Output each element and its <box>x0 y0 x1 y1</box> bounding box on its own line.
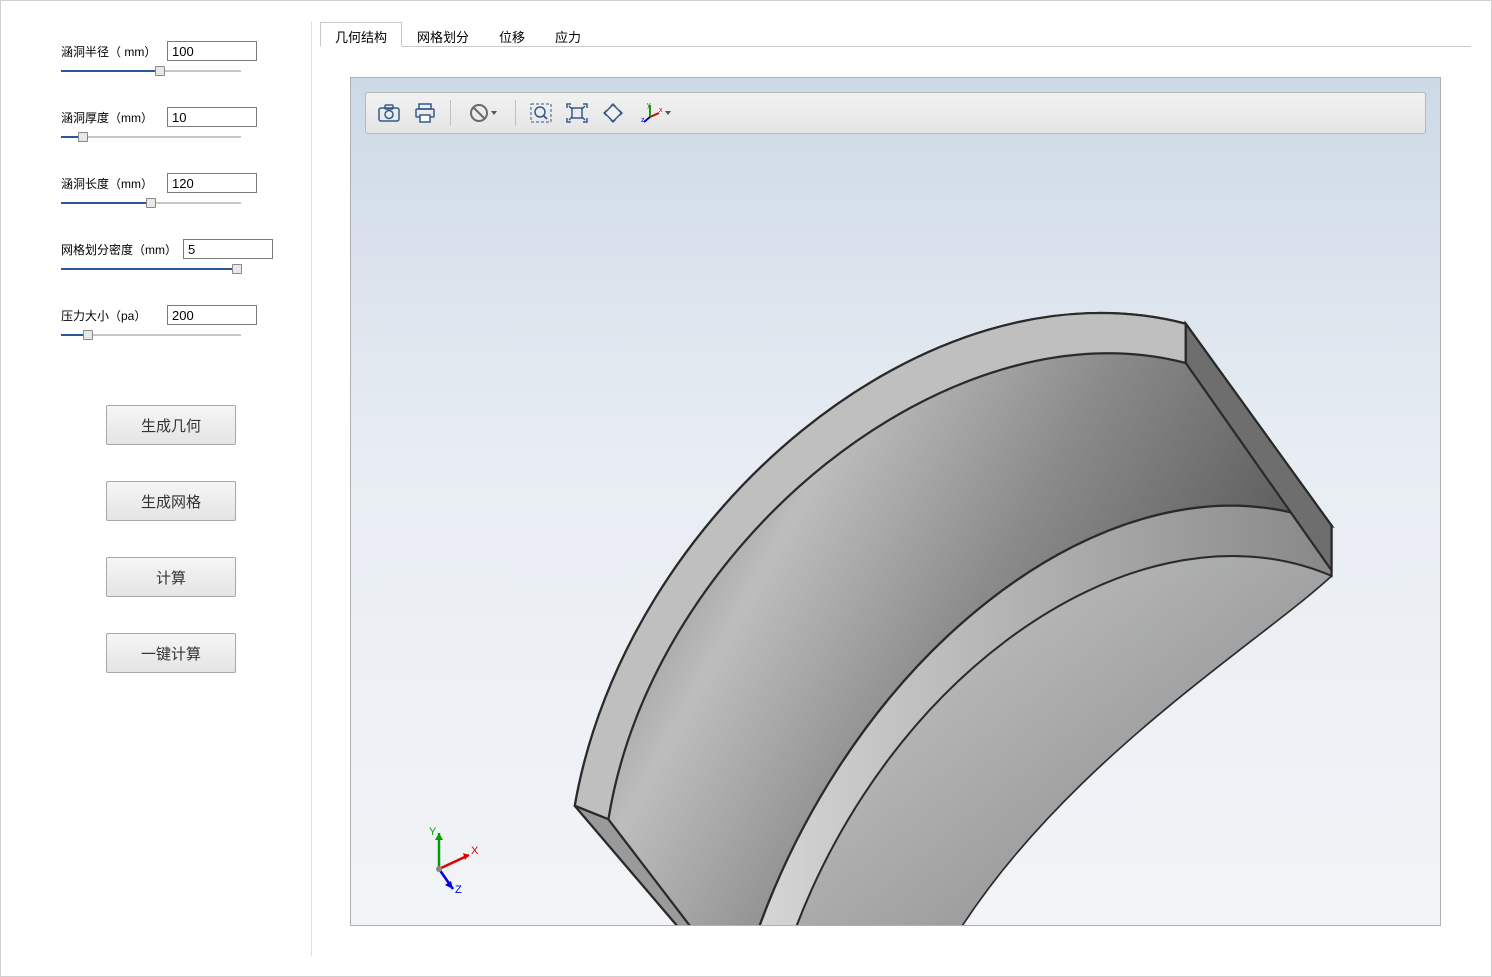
param-radius: 涵洞半径（ mm） <box>61 41 281 77</box>
mesh-density-slider[interactable] <box>61 263 241 275</box>
viewport-wrap: x y z <box>320 47 1471 956</box>
radius-slider[interactable] <box>61 65 241 77</box>
viewport-toolbar: x y z <box>365 92 1426 134</box>
generate-geometry-button[interactable]: 生成几何 <box>106 405 236 445</box>
fit-icon[interactable] <box>560 98 594 128</box>
param-mesh-density: 网格划分密度（mm） <box>61 239 281 275</box>
chevron-down-icon <box>665 111 671 115</box>
param-thickness: 涵洞厚度（mm） <box>61 107 281 143</box>
radius-input[interactable] <box>167 41 257 61</box>
axis-y-label: Y <box>429 826 437 838</box>
tab-displacement[interactable]: 位移 <box>484 22 540 47</box>
length-slider[interactable] <box>61 197 241 209</box>
length-input[interactable] <box>167 173 257 193</box>
nosign-icon[interactable] <box>459 98 507 128</box>
tab-mesh[interactable]: 网格划分 <box>402 22 484 47</box>
pan-rotate-icon[interactable] <box>596 98 630 128</box>
compute-button[interactable]: 计算 <box>106 557 236 597</box>
parameter-sidebar: 涵洞半径（ mm） 涵洞厚度（mm） 涵洞长度（mm） <box>21 21 311 956</box>
param-label: 涵洞厚度（mm） <box>61 109 161 126</box>
zoom-box-icon[interactable] <box>524 98 558 128</box>
axes-icon[interactable]: x y z <box>632 98 680 128</box>
tab-geometry[interactable]: 几何结构 <box>320 22 402 47</box>
toolbar-separator <box>515 100 516 126</box>
tab-stress[interactable]: 应力 <box>540 22 596 47</box>
toolbar-separator <box>450 100 451 126</box>
camera-icon[interactable] <box>372 98 406 128</box>
tab-bar: 几何结构 网格划分 位移 应力 <box>320 21 1471 47</box>
main-panel: 几何结构 网格划分 位移 应力 <box>311 21 1471 956</box>
axis-triad: X Y Z <box>411 825 481 895</box>
thickness-input[interactable] <box>167 107 257 127</box>
pressure-input[interactable] <box>167 305 257 325</box>
axis-x-label: X <box>471 845 479 857</box>
mesh-density-input[interactable] <box>183 239 273 259</box>
thickness-slider[interactable] <box>61 131 241 143</box>
param-label: 压力大小（pa） <box>61 307 161 324</box>
3d-viewport[interactable]: x y z <box>350 77 1441 926</box>
svg-text:x: x <box>659 107 663 114</box>
geometry-model <box>401 178 1410 926</box>
chevron-down-icon <box>491 111 497 115</box>
one-click-compute-button[interactable]: 一键计算 <box>106 633 236 673</box>
param-length: 涵洞长度（mm） <box>61 173 281 209</box>
axis-z-label: Z <box>455 884 462 895</box>
app-window: 涵洞半径（ mm） 涵洞厚度（mm） 涵洞长度（mm） <box>0 0 1492 977</box>
svg-text:z: z <box>641 117 645 123</box>
param-label: 涵洞长度（mm） <box>61 175 161 192</box>
param-label: 网格划分密度（mm） <box>61 241 177 258</box>
param-label: 涵洞半径（ mm） <box>61 43 161 60</box>
generate-mesh-button[interactable]: 生成网格 <box>106 481 236 521</box>
print-icon[interactable] <box>408 98 442 128</box>
param-pressure: 压力大小（pa） <box>61 305 281 341</box>
pressure-slider[interactable] <box>61 329 241 341</box>
svg-text:y: y <box>647 103 651 109</box>
